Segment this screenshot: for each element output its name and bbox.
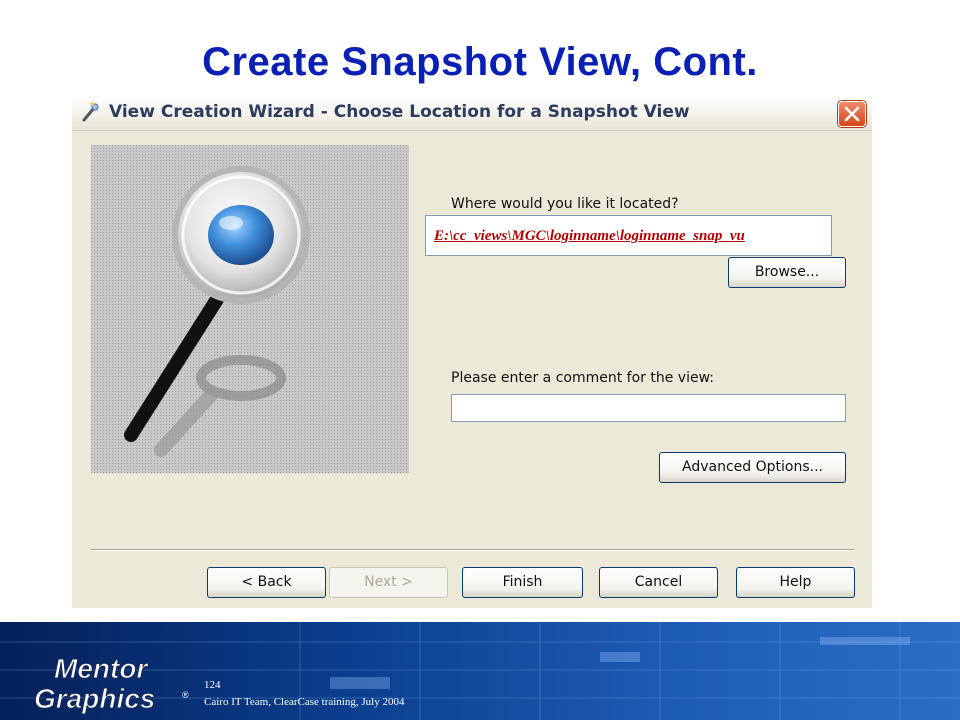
- comment-input[interactable]: [451, 394, 846, 422]
- footer-banner: Mentor Graphics ® 124 Cairo IT Team, Cle…: [0, 622, 960, 720]
- location-path-value: E:\cc_views\MGC\loginname\loginname_snap…: [434, 228, 745, 244]
- mentor-graphics-logo: Mentor Graphics ®: [34, 653, 190, 715]
- button-separator: [91, 549, 855, 551]
- comment-prompt: Please enter a comment for the view:: [451, 370, 714, 386]
- window-titlebar[interactable]: View Creation Wizard - Choose Location f…: [72, 95, 872, 131]
- magnifier-illustration: [91, 145, 409, 473]
- next-button-label: Next >: [364, 574, 413, 590]
- close-button[interactable]: [838, 101, 866, 127]
- back-button[interactable]: < Back: [207, 567, 326, 598]
- svg-text:Graphics: Graphics: [34, 683, 155, 714]
- help-button-label: Help: [779, 574, 812, 590]
- footer-caption: Cairo IT Team, ClearCase training, July …: [204, 696, 405, 708]
- svg-text:Mentor: Mentor: [54, 653, 149, 684]
- advanced-options-label: Advanced Options...: [682, 459, 823, 475]
- close-icon: [844, 106, 860, 122]
- slide-title: Create Snapshot View, Cont.: [202, 40, 758, 84]
- location-prompt: Where would you like it located?: [451, 196, 679, 212]
- svg-text:®: ®: [182, 690, 189, 700]
- next-button[interactable]: Next >: [329, 567, 448, 598]
- cancel-button-label: Cancel: [634, 574, 683, 590]
- advanced-options-button[interactable]: Advanced Options...: [659, 452, 846, 483]
- location-path-box[interactable]: E:\cc_views\MGC\loginname\loginname_snap…: [425, 215, 832, 256]
- back-button-label: < Back: [241, 574, 292, 590]
- finish-button-label: Finish: [502, 574, 543, 590]
- cancel-button[interactable]: Cancel: [599, 567, 718, 598]
- finish-button[interactable]: Finish: [462, 567, 583, 598]
- wizard-window: View Creation Wizard - Choose Location f…: [72, 95, 872, 608]
- window-title: View Creation Wizard - Choose Location f…: [109, 102, 690, 122]
- browse-button-label: Browse...: [754, 264, 820, 280]
- help-button[interactable]: Help: [736, 567, 855, 598]
- page-number: 124: [204, 679, 221, 691]
- wizard-wand-icon: [82, 101, 99, 122]
- browse-button[interactable]: Browse...: [728, 257, 846, 288]
